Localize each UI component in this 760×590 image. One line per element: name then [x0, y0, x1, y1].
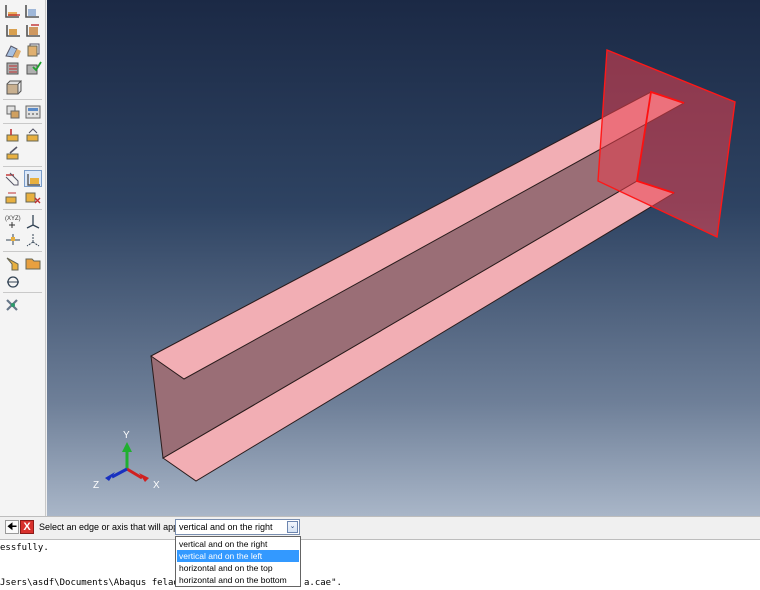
- repair-icon[interactable]: [4, 255, 22, 272]
- create-datum-point-icon[interactable]: [4, 127, 22, 144]
- create-shell-icon[interactable]: [4, 42, 22, 59]
- message-line-tail: a.cae".: [304, 578, 342, 588]
- create-datum-csys-icon[interactable]: (XYZ): [4, 213, 22, 230]
- edge-orientation-dropdown[interactable]: vertical and on the right vertical and o…: [175, 536, 301, 587]
- sketch-icon[interactable]: [4, 170, 22, 187]
- previous-step-button[interactable]: 🠈: [5, 520, 19, 534]
- arrow-left-icon: 🠈: [6, 521, 18, 533]
- create-solid-extrude-icon[interactable]: [4, 22, 22, 39]
- part-model-view[interactable]: Y X Z: [47, 0, 760, 516]
- create-solid-revolve-icon[interactable]: [24, 22, 42, 39]
- option-vertical-right[interactable]: vertical and on the right: [177, 538, 299, 550]
- create-shell-sweep-icon[interactable]: [24, 189, 42, 206]
- part-manager-icon[interactable]: [24, 3, 42, 20]
- axis-triad: Y X Z: [93, 430, 160, 491]
- datum-csys-icon[interactable]: [24, 231, 42, 248]
- create-datum-axis-icon[interactable]: [24, 127, 42, 144]
- calculator-icon[interactable]: [24, 103, 42, 120]
- toolbox: (XYZ): [0, 0, 46, 516]
- partition-cell-icon[interactable]: [4, 79, 22, 96]
- option-horizontal-bottom[interactable]: horizontal and on the bottom: [177, 574, 299, 586]
- message-area: essfully. Jsers\asdf\Documents\Abaqus fe…: [0, 540, 760, 590]
- virtual-topology-icon[interactable]: [4, 273, 22, 290]
- create-part-icon[interactable]: [4, 3, 22, 20]
- create-shell-planar-icon[interactable]: [24, 170, 42, 187]
- svg-text:(XYZ): (XYZ): [5, 216, 21, 222]
- prompt-text: Select an edge or axis that will appear: [39, 522, 192, 532]
- axis-y-label: Y: [123, 430, 130, 441]
- close-icon: X: [23, 521, 31, 533]
- cancel-procedure-button[interactable]: X: [20, 520, 34, 534]
- create-datum-plane-icon[interactable]: [4, 145, 22, 162]
- option-horizontal-top[interactable]: horizontal and on the top: [177, 562, 299, 574]
- combo-value: vertical and on the right: [179, 522, 273, 532]
- create-round-icon[interactable]: [24, 60, 42, 77]
- chevron-down-icon[interactable]: ⌄: [287, 521, 298, 533]
- datum-axis-icon[interactable]: [24, 213, 42, 230]
- prompt-area: 🠈 X Select an edge or axis that will app…: [0, 516, 760, 540]
- create-shell-extrude-icon[interactable]: [4, 189, 22, 206]
- tools-icon[interactable]: [4, 296, 22, 313]
- message-line: Jsers\asdf\Documents\Abaqus felad: [0, 578, 179, 588]
- message-line: essfully.: [0, 543, 49, 553]
- create-cut-icon[interactable]: [4, 60, 22, 77]
- edge-orientation-combo[interactable]: vertical and on the right ⌄: [175, 519, 300, 535]
- axis-z-label: Z: [93, 480, 99, 491]
- axis-y-arrow: [122, 442, 132, 452]
- repair-manager-icon[interactable]: [24, 255, 42, 272]
- datum-icon[interactable]: [4, 103, 22, 120]
- axis-x-label: X: [153, 480, 160, 491]
- datum-offset-icon[interactable]: [4, 231, 22, 248]
- option-vertical-left[interactable]: vertical and on the left: [177, 550, 299, 562]
- graphics-viewport[interactable]: Y X Z: [47, 0, 760, 516]
- create-wire-icon[interactable]: [24, 42, 42, 59]
